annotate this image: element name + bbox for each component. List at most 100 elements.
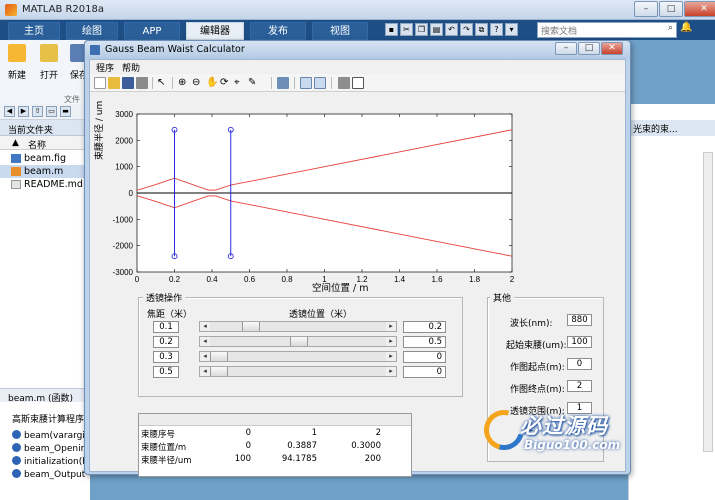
x-tick-label: 1.6 [431, 275, 443, 284]
other-panel-title: 其他 [490, 291, 515, 304]
forward-icon[interactable]: ▶ [18, 106, 29, 117]
plot-end-label: 作图终点(m): [510, 385, 565, 395]
focal-input-1[interactable]: 0.1 [153, 321, 179, 333]
matlab-title-bar: MATLAB R2018a – □ ✕ [0, 0, 715, 20]
doc-search-input[interactable]: 搜索文档 ⌕ [537, 22, 677, 38]
function-icon [12, 430, 21, 439]
focal-input-2[interactable]: 0.2 [153, 336, 179, 348]
position-input-4[interactable]: 0 [403, 366, 446, 378]
y-axis-label: 束腰半径 / um [95, 100, 105, 160]
back-icon[interactable]: ◀ [4, 106, 15, 117]
slider-right-arrow-icon[interactable]: ▸ [386, 322, 396, 331]
plot-end-input[interactable]: 2 [567, 380, 592, 392]
lens-slider-4[interactable]: ◂ ▸ [199, 366, 397, 377]
function-icon [12, 469, 21, 478]
x-tick-label: 0.2 [169, 275, 181, 284]
y-tick-label: -3000 [113, 268, 134, 277]
redo-icon[interactable]: ↷ [460, 23, 473, 36]
slider-right-arrow-icon[interactable]: ▸ [386, 352, 396, 361]
tab-apps[interactable]: APP [124, 22, 180, 40]
slider-thumb[interactable] [210, 367, 228, 376]
maximize-button[interactable]: □ [659, 1, 683, 17]
y-tick-label: -2000 [113, 242, 134, 251]
matlab-logo-icon [5, 4, 17, 16]
figure-title-bar[interactable]: Gauss Beam Waist Calculator – □ ✕ [85, 41, 630, 59]
details-header[interactable]: beam.m (函数) [0, 388, 90, 404]
figure-title: Gauss Beam Waist Calculator [105, 44, 245, 55]
column-header[interactable]: ▲ 名称 [0, 136, 90, 151]
dropdown-icon[interactable]: ▾ [505, 23, 518, 36]
quick-access-toolbar: ▪ ✂ ❐ ▤ ↶ ↷ ⧉ ? ▾ [385, 23, 518, 38]
y-tick-label: 1000 [115, 163, 133, 172]
function-item[interactable]: beam(varargi [12, 430, 85, 441]
slider-left-arrow-icon[interactable]: ◂ [200, 352, 210, 361]
help-icon[interactable]: ? [490, 23, 503, 36]
lens-slider-2[interactable]: ◂ ▸ [199, 336, 397, 347]
search-icon[interactable]: ⌕ [668, 23, 673, 33]
table-cell[interactable]: 200 [341, 454, 381, 464]
bell-icon[interactable]: 🔔 [680, 22, 692, 33]
file-item[interactable]: beam.fig [0, 152, 90, 165]
plot-start-input[interactable]: 0 [567, 358, 592, 370]
new-button[interactable]: 新建 [4, 44, 30, 81]
up-folder-icon[interactable]: ⇧ [32, 106, 43, 117]
table-cell[interactable]: 0 [211, 428, 251, 438]
slider-left-arrow-icon[interactable]: ◂ [200, 322, 210, 331]
x-tick-label: 0 [135, 275, 140, 284]
table-cell[interactable]: 0.3000 [341, 441, 381, 451]
file-item[interactable]: README.md [0, 178, 90, 191]
tab-publish[interactable]: 发布 [250, 22, 306, 40]
tab-home[interactable]: 主页 [8, 22, 60, 40]
tab-editor[interactable]: 编辑器 [186, 22, 244, 40]
function-name: beam_Output [24, 470, 86, 480]
slider-left-arrow-icon[interactable]: ◂ [200, 337, 210, 346]
minimize-button[interactable]: – [634, 1, 658, 17]
file-item-selected[interactable]: beam.m [0, 165, 90, 178]
table-cell[interactable]: 0 [211, 441, 251, 451]
close-button[interactable]: ✕ [684, 1, 715, 17]
lens-slider-1[interactable]: ◂ ▸ [199, 321, 397, 332]
save-icon[interactable]: ▪ [385, 23, 398, 36]
focal-input-3[interactable]: 0.3 [153, 351, 179, 363]
initial-waist-input[interactable]: 100 [567, 336, 592, 348]
right-panel-header: 光束的束... [629, 120, 715, 136]
folder-icon[interactable]: ▬ [60, 106, 71, 117]
function-item[interactable]: initialization(h [12, 456, 88, 467]
paste-icon[interactable]: ▤ [430, 23, 443, 36]
cut-icon[interactable]: ✂ [400, 23, 413, 36]
position-input-3[interactable]: 0 [403, 351, 446, 363]
tab-view[interactable]: 视图 [312, 22, 368, 40]
table-cell[interactable]: 0.3887 [277, 441, 317, 451]
slider-left-arrow-icon[interactable]: ◂ [200, 367, 210, 376]
wavelength-input[interactable]: 880 [567, 314, 592, 326]
table-cell[interactable]: 1 [277, 428, 317, 438]
slider-thumb[interactable] [242, 322, 260, 331]
beam-plot[interactable]: 0 0.2 0.4 0.6 0.8 1 1.2 1.4 1.6 1.8 2-3000-2000-10… [90, 60, 625, 310]
name-column-label: 名称 [28, 141, 47, 151]
slider-right-arrow-icon[interactable]: ▸ [386, 367, 396, 376]
function-item[interactable]: beam_Openin [12, 443, 86, 454]
slider-right-arrow-icon[interactable]: ▸ [386, 337, 396, 346]
fig-close-button[interactable]: ✕ [601, 42, 623, 55]
function-name: initialization(h [24, 457, 88, 467]
lens-slider-3[interactable]: ◂ ▸ [199, 351, 397, 362]
fig-maximize-button[interactable]: □ [578, 42, 600, 55]
slider-thumb[interactable] [290, 337, 308, 346]
focal-input-4[interactable]: 0.5 [153, 366, 179, 378]
x-tick-label: 2 [510, 275, 515, 284]
tab-plots[interactable]: 绘图 [66, 22, 118, 40]
function-item[interactable]: beam_Output [12, 469, 85, 480]
browse-icon[interactable]: ▭ [46, 106, 57, 117]
results-table[interactable]: 束腰序号 0 1 2 束腰位置/m 0 0.3887 0.3000 束腰半径/um 100 94.1… [138, 413, 412, 477]
copy-icon[interactable]: ❐ [415, 23, 428, 36]
table-cell[interactable]: 94.1785 [277, 454, 317, 464]
position-input-1[interactable]: 0.2 [403, 321, 446, 333]
slider-thumb[interactable] [210, 352, 228, 361]
table-cell[interactable]: 100 [211, 454, 251, 464]
open-button[interactable]: 打开 [36, 44, 62, 81]
undo-icon[interactable]: ↶ [445, 23, 458, 36]
position-input-2[interactable]: 0.5 [403, 336, 446, 348]
table-cell[interactable]: 2 [341, 428, 381, 438]
fig-minimize-button[interactable]: – [555, 42, 577, 55]
switch-windows-icon[interactable]: ⧉ [475, 23, 488, 36]
